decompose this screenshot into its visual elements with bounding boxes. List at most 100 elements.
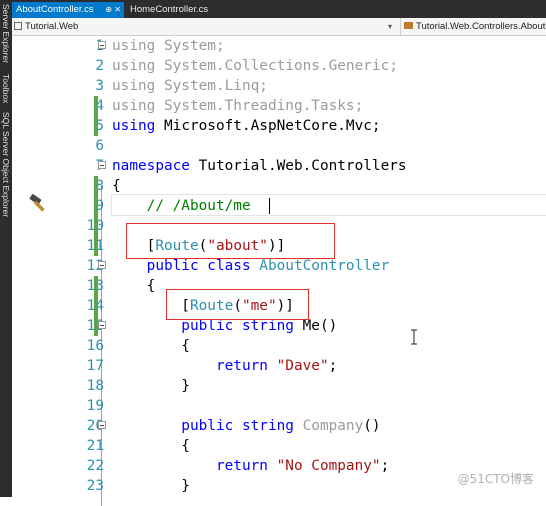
change-marker	[94, 116, 98, 136]
code-text: {	[112, 176, 121, 196]
code-text: {	[112, 276, 156, 296]
class-label: Tutorial.Web.Controllers.AboutC	[416, 21, 546, 32]
highlight-box-route-about	[126, 223, 335, 259]
code-text: return "Dave";	[112, 356, 337, 376]
code-line[interactable]: 4 using System.Threading.Tasks;	[12, 96, 546, 116]
code-line[interactable]: 6	[12, 136, 546, 156]
line-number: 11	[72, 236, 104, 256]
code-line[interactable]: 2 using System.Collections.Generic;	[12, 56, 546, 76]
code-token: public string	[112, 418, 294, 434]
line-number: 13	[72, 276, 104, 296]
tab-home-controller[interactable]: HomeController.cs	[126, 2, 230, 18]
code-token: // /About/me	[112, 198, 251, 214]
toolbox-tab[interactable]: Toolbox	[1, 74, 11, 103]
collapse-toggle-icon[interactable]	[98, 261, 106, 269]
code-line[interactable]: 18 }	[12, 376, 546, 396]
pin-close-icon[interactable]: ⊕ ✕	[105, 2, 121, 18]
line-number: 8	[95, 178, 104, 194]
code-text: {	[112, 336, 190, 356]
code-token: {	[112, 438, 190, 454]
code-token: return	[112, 458, 268, 474]
line-number: 23	[86, 478, 104, 494]
code-token: public string	[112, 318, 294, 334]
code-line[interactable]: 16 {	[12, 336, 546, 356]
navigation-bar: Tutorial.Web ▾ Tutorial.Web.Controllers.…	[12, 18, 546, 36]
class-icon	[404, 22, 413, 29]
code-text: using System;	[112, 36, 225, 56]
class-dropdown[interactable]: Tutorial.Web.Controllers.AboutC	[404, 20, 546, 33]
chevron-down-icon[interactable]: ▾	[388, 20, 392, 33]
change-marker	[94, 216, 98, 236]
code-token: Me()	[293, 318, 338, 334]
code-line[interactable]: 21 {	[12, 436, 546, 456]
sql-server-object-explorer-tab[interactable]: SQL Server Object Explorer	[1, 112, 11, 217]
code-text: public string Company()	[112, 416, 380, 436]
code-line[interactable]: 3 using System.Linq;	[12, 76, 546, 96]
code-line[interactable]: 5 using Microsoft.AspNetCore.Mvc;	[12, 116, 546, 136]
code-token: using	[112, 118, 156, 134]
line-number: 21	[86, 438, 104, 454]
code-token: "Dave"	[276, 358, 329, 374]
collapse-toggle-icon[interactable]	[98, 321, 106, 329]
ibeam-cursor-icon	[411, 329, 417, 345]
code-token: }	[112, 478, 190, 494]
project-dropdown[interactable]: Tutorial.Web	[14, 20, 394, 33]
change-marker	[94, 96, 98, 116]
tab-about-controller[interactable]: AboutController.cs ⊕ ✕	[12, 2, 124, 18]
code-text: }	[112, 476, 190, 496]
code-editor[interactable]: 1using System; 2 using System.Collections.…	[12, 36, 546, 506]
code-token: "No Company"	[276, 458, 381, 474]
line-number: 3	[95, 78, 104, 94]
server-explorer-tab[interactable]: Server Explorer	[1, 4, 11, 63]
code-line[interactable]: 20 public string Company()	[12, 416, 546, 436]
line-number: 19	[86, 398, 104, 414]
code-token: {	[112, 338, 190, 354]
code-line[interactable]: 8{	[12, 176, 546, 196]
line-number: 16	[86, 338, 104, 354]
code-token: ;	[380, 458, 390, 474]
code-text: using Microsoft.AspNetCore.Mvc;	[112, 116, 381, 136]
code-text: namespace Tutorial.Web.Controllers	[112, 156, 407, 176]
code-token: using System.Linq;	[112, 78, 268, 94]
collapse-toggle-icon[interactable]	[98, 41, 106, 49]
tab-label: AboutController.cs	[16, 4, 94, 15]
line-number: 5	[95, 118, 104, 134]
line-number: 2	[95, 58, 104, 74]
code-line[interactable]: 1using System;	[12, 36, 546, 56]
line-number: 18	[86, 378, 104, 394]
code-text: // /About/me	[112, 196, 251, 216]
highlight-box-route-me	[166, 289, 309, 320]
collapse-toggle-icon[interactable]	[98, 161, 106, 169]
code-text: public class AboutController	[112, 256, 390, 276]
code-token: using System.Collections.Generic;	[112, 58, 398, 74]
code-text: }	[112, 376, 190, 396]
project-icon	[14, 22, 22, 30]
code-line[interactable]: 17 return "Dave";	[12, 356, 546, 376]
code-line[interactable]: 7namespace Tutorial.Web.Controllers	[12, 156, 546, 176]
line-number: 10	[72, 216, 104, 236]
change-marker	[94, 276, 98, 296]
line-number: 17	[86, 358, 104, 374]
project-label: Tutorial.Web	[25, 21, 79, 32]
text-caret	[269, 198, 270, 214]
code-line[interactable]: 9 // /About/me	[12, 196, 546, 216]
code-text: {	[112, 436, 190, 456]
code-line[interactable]: 19	[12, 396, 546, 416]
code-text: using System.Linq;	[112, 76, 268, 96]
divider	[400, 18, 401, 35]
change-marker	[94, 196, 98, 216]
line-number: 9	[95, 198, 104, 214]
code-token: {	[112, 278, 156, 294]
change-marker	[94, 296, 98, 316]
code-line[interactable]: 12 public class AboutController	[12, 256, 546, 276]
code-token: Company	[293, 418, 364, 434]
code-token: ;	[328, 358, 338, 374]
collapse-toggle-icon[interactable]	[98, 421, 106, 429]
line-number: 14	[72, 296, 104, 316]
line-number: 6	[95, 138, 104, 154]
hammer-icon[interactable]	[28, 192, 48, 214]
line-number: 4	[95, 98, 104, 114]
code-token: AboutController	[250, 258, 390, 274]
